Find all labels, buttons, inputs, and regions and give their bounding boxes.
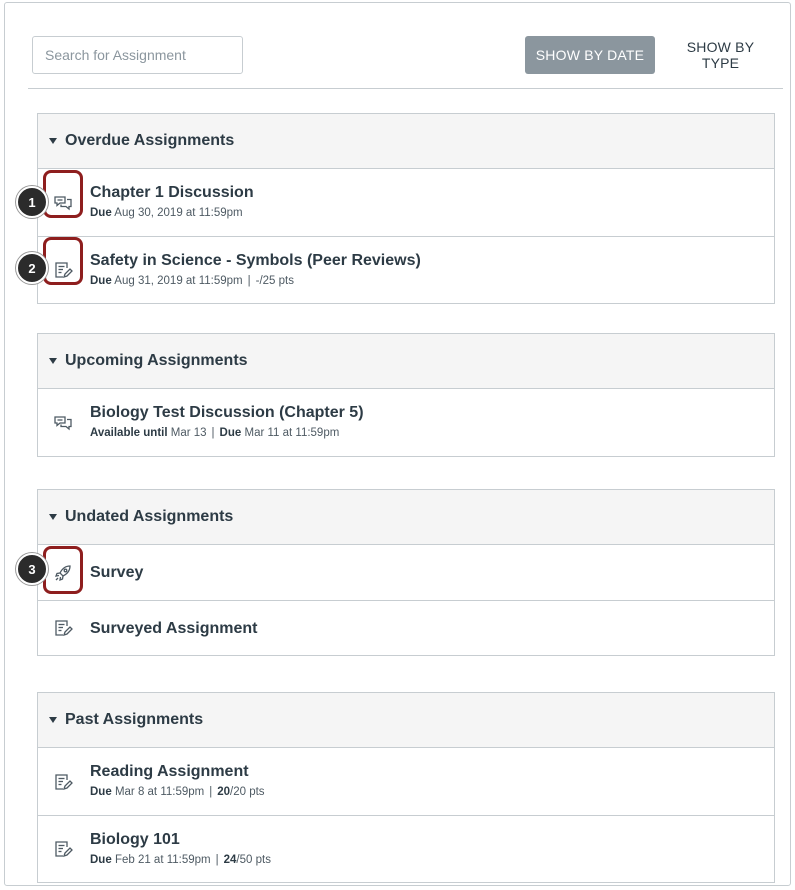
discussion-icon bbox=[53, 413, 73, 433]
assignment-row[interactable]: Chapter 1 Discussion Due Aug 30, 2019 at… bbox=[38, 169, 774, 236]
group-title: Overdue Assignments bbox=[65, 132, 235, 149]
assignment-title[interactable]: Safety in Science - Symbols (Peer Review… bbox=[90, 251, 421, 271]
group-title: Past Assignments bbox=[65, 711, 204, 728]
group-header-upcoming[interactable]: Upcoming Assignments bbox=[38, 334, 774, 389]
assignment-meta: Due Aug 31, 2019 at 11:59pm | -/25 pts bbox=[90, 275, 294, 287]
callout-highlight bbox=[43, 170, 83, 218]
callout-badge: 1 bbox=[16, 186, 48, 218]
group-overdue: Overdue Assignments Chapter 1 Discussion… bbox=[37, 113, 775, 304]
assignment-row[interactable]: Surveyed Assignment bbox=[38, 600, 774, 655]
callout-highlight bbox=[43, 237, 83, 285]
group-undated: Undated Assignments Survey Surveyed Assi… bbox=[37, 489, 775, 656]
group-title: Upcoming Assignments bbox=[65, 352, 248, 369]
assignment-row[interactable]: Biology Test Discussion (Chapter 5) Avai… bbox=[38, 389, 774, 456]
assignment-title[interactable]: Chapter 1 Discussion bbox=[90, 183, 254, 203]
assignment-title[interactable]: Survey bbox=[90, 563, 143, 583]
group-header-overdue[interactable]: Overdue Assignments bbox=[38, 114, 774, 169]
assignment-meta: Available until Mar 13 | Due Mar 11 at 11:… bbox=[90, 427, 340, 439]
assignment-icon bbox=[53, 618, 73, 638]
show-by-type-button[interactable]: SHOW BY TYPE bbox=[668, 36, 773, 74]
callout-highlight bbox=[43, 546, 83, 594]
assignment-title[interactable]: Biology Test Discussion (Chapter 5) bbox=[90, 403, 364, 423]
assignment-row[interactable]: Survey bbox=[38, 545, 774, 600]
assignment-row[interactable]: Biology 101 Due Feb 21 at 11:59pm | 24/50 … bbox=[38, 815, 774, 882]
search-input[interactable] bbox=[32, 36, 243, 74]
assignment-title[interactable]: Reading Assignment bbox=[90, 762, 265, 782]
group-title: Undated Assignments bbox=[65, 508, 234, 525]
group-upcoming: Upcoming Assignments Biology Test Discus… bbox=[37, 333, 775, 457]
assignment-icon bbox=[53, 772, 73, 792]
toolbar-divider bbox=[28, 88, 783, 89]
assignment-meta: Due Aug 30, 2019 at 11:59pm bbox=[90, 207, 243, 219]
caret-down-icon bbox=[49, 717, 57, 723]
assignment-title[interactable]: Surveyed Assignment bbox=[90, 619, 257, 639]
assignment-row[interactable]: Reading Assignment Due Mar 8 at 11:59pm |… bbox=[38, 748, 774, 815]
assignment-row[interactable]: Safety in Science - Symbols (Peer Review… bbox=[38, 236, 774, 303]
show-by-date-button[interactable]: SHOW BY DATE bbox=[525, 36, 655, 74]
assignment-title[interactable]: Biology 101 bbox=[90, 830, 271, 850]
assignment-meta: Due Feb 21 at 11:59pm | 24/50 pts bbox=[90, 854, 271, 866]
caret-down-icon bbox=[49, 514, 57, 520]
assignment-meta: Due Mar 8 at 11:59pm | 20/20 pts bbox=[90, 786, 265, 798]
group-past: Past Assignments Reading Assignment Due … bbox=[37, 692, 775, 883]
assignment-icon bbox=[53, 839, 73, 859]
callout-badge: 2 bbox=[16, 252, 48, 284]
caret-down-icon bbox=[49, 138, 57, 144]
toolbar: SHOW BY DATE SHOW BY TYPE bbox=[32, 36, 773, 74]
callout-badge: 3 bbox=[16, 553, 48, 585]
caret-down-icon bbox=[49, 358, 57, 364]
group-header-undated[interactable]: Undated Assignments bbox=[38, 490, 774, 545]
group-header-past[interactable]: Past Assignments bbox=[38, 693, 774, 748]
